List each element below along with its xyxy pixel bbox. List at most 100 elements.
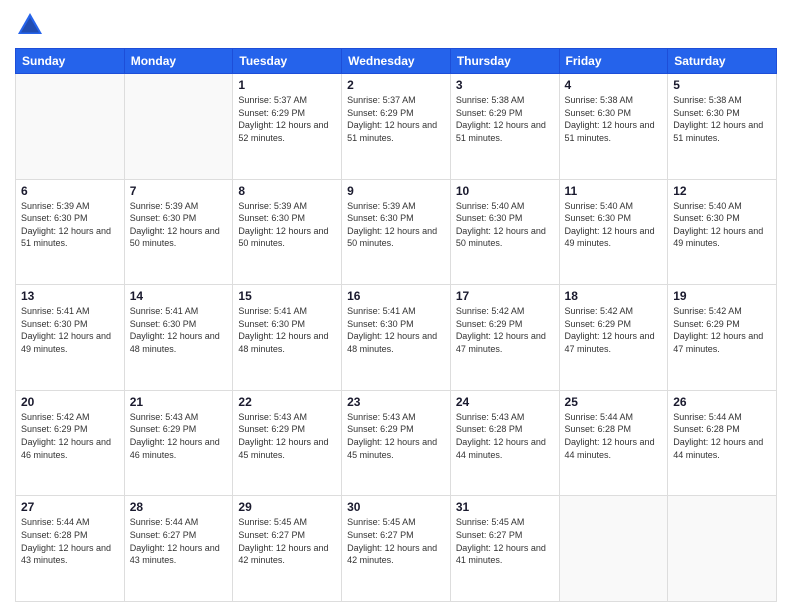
weekday-header-friday: Friday	[559, 49, 668, 74]
day-number: 16	[347, 289, 445, 303]
day-info: Sunrise: 5:39 AM Sunset: 6:30 PM Dayligh…	[238, 200, 336, 250]
calendar-cell: 16 Sunrise: 5:41 AM Sunset: 6:30 PM Dayli…	[342, 285, 451, 391]
day-number: 29	[238, 500, 336, 514]
day-number: 12	[673, 184, 771, 198]
calendar-cell: 29 Sunrise: 5:45 AM Sunset: 6:27 PM Dayli…	[233, 496, 342, 602]
calendar-cell: 14 Sunrise: 5:41 AM Sunset: 6:30 PM Dayli…	[124, 285, 233, 391]
day-info: Sunrise: 5:42 AM Sunset: 6:29 PM Dayligh…	[673, 305, 771, 355]
day-info: Sunrise: 5:43 AM Sunset: 6:29 PM Dayligh…	[130, 411, 228, 461]
calendar-cell: 27 Sunrise: 5:44 AM Sunset: 6:28 PM Dayli…	[16, 496, 125, 602]
day-info: Sunrise: 5:39 AM Sunset: 6:30 PM Dayligh…	[130, 200, 228, 250]
day-number: 26	[673, 395, 771, 409]
day-number: 19	[673, 289, 771, 303]
calendar-cell: 13 Sunrise: 5:41 AM Sunset: 6:30 PM Dayli…	[16, 285, 125, 391]
day-number: 14	[130, 289, 228, 303]
calendar-cell: 23Sunrise: 5:43 AM Sunset: 6:29 PM Dayli…	[342, 390, 451, 496]
logo	[15, 10, 49, 40]
day-number: 22	[238, 395, 336, 409]
day-number: 5	[673, 78, 771, 92]
day-info: Sunrise: 5:43 AM Sunset: 6:28 PM Dayligh…	[456, 411, 554, 461]
calendar-cell: 3Sunrise: 5:38 AM Sunset: 6:29 PM Daylig…	[450, 74, 559, 180]
calendar-cell	[668, 496, 777, 602]
calendar-cell: 22 Sunrise: 5:43 AM Sunset: 6:29 PM Dayli…	[233, 390, 342, 496]
day-number: 2	[347, 78, 445, 92]
day-info: Sunrise: 5:44 AM Sunset: 6:28 PM Dayligh…	[673, 411, 771, 461]
day-number: 4	[565, 78, 663, 92]
calendar-cell: 6Sunrise: 5:39 AM Sunset: 6:30 PM Daylig…	[16, 179, 125, 285]
calendar-cell: 4 Sunrise: 5:38 AM Sunset: 6:30 PM Daylig…	[559, 74, 668, 180]
day-number: 9	[347, 184, 445, 198]
day-number: 24	[456, 395, 554, 409]
weekday-header-wednesday: Wednesday	[342, 49, 451, 74]
day-number: 23	[347, 395, 445, 409]
day-info: Sunrise: 5:37 AM Sunset: 6:29 PM Dayligh…	[347, 94, 445, 144]
day-info: Sunrise: 5:43 AM Sunset: 6:29 PM Dayligh…	[238, 411, 336, 461]
calendar-cell: 31 Sunrise: 5:45 AM Sunset: 6:27 PM Dayli…	[450, 496, 559, 602]
day-number: 31	[456, 500, 554, 514]
day-number: 28	[130, 500, 228, 514]
day-info: Sunrise: 5:44 AM Sunset: 6:28 PM Dayligh…	[565, 411, 663, 461]
calendar-cell: 28 Sunrise: 5:44 AM Sunset: 6:27 PM Dayli…	[124, 496, 233, 602]
day-info: Sunrise: 5:45 AM Sunset: 6:27 PM Dayligh…	[456, 516, 554, 566]
weekday-header-saturday: Saturday	[668, 49, 777, 74]
calendar-cell: 24 Sunrise: 5:43 AM Sunset: 6:28 PM Dayli…	[450, 390, 559, 496]
day-info: Sunrise: 5:40 AM Sunset: 6:30 PM Dayligh…	[673, 200, 771, 250]
calendar-table: SundayMondayTuesdayWednesdayThursdayFrid…	[15, 48, 777, 602]
day-info: Sunrise: 5:39 AM Sunset: 6:30 PM Dayligh…	[347, 200, 445, 250]
day-number: 7	[130, 184, 228, 198]
logo-icon	[15, 10, 45, 40]
calendar-cell: 8 Sunrise: 5:39 AM Sunset: 6:30 PM Daylig…	[233, 179, 342, 285]
weekday-header-tuesday: Tuesday	[233, 49, 342, 74]
day-info: Sunrise: 5:41 AM Sunset: 6:30 PM Dayligh…	[130, 305, 228, 355]
day-number: 17	[456, 289, 554, 303]
weekday-header-sunday: Sunday	[16, 49, 125, 74]
day-info: Sunrise: 5:42 AM Sunset: 6:29 PM Dayligh…	[456, 305, 554, 355]
day-number: 13	[21, 289, 119, 303]
day-info: Sunrise: 5:41 AM Sunset: 6:30 PM Dayligh…	[347, 305, 445, 355]
calendar-cell	[559, 496, 668, 602]
calendar-week-1: 1 Sunrise: 5:37 AM Sunset: 6:29 PM Daylig…	[16, 74, 777, 180]
calendar-cell: 1 Sunrise: 5:37 AM Sunset: 6:29 PM Daylig…	[233, 74, 342, 180]
weekday-header-monday: Monday	[124, 49, 233, 74]
day-info: Sunrise: 5:42 AM Sunset: 6:29 PM Dayligh…	[565, 305, 663, 355]
day-number: 27	[21, 500, 119, 514]
day-number: 1	[238, 78, 336, 92]
calendar-week-2: 6 Sunrise: 5:39 AM Sunset: 6:30 PM Daylig…	[16, 179, 777, 285]
calendar-cell	[16, 74, 125, 180]
day-number: 6	[21, 184, 119, 198]
day-number: 8	[238, 184, 336, 198]
day-info: Sunrise: 5:45 AM Sunset: 6:27 PM Dayligh…	[347, 516, 445, 566]
calendar-week-4: 20Sunrise: 5:42 AM Sunset: 6:29 PM Dayli…	[16, 390, 777, 496]
calendar-cell: 11 Sunrise: 5:40 AM Sunset: 6:30 PM Dayli…	[559, 179, 668, 285]
calendar-cell: 30Sunrise: 5:45 AM Sunset: 6:27 PM Dayli…	[342, 496, 451, 602]
day-number: 25	[565, 395, 663, 409]
calendar-cell: 10Sunrise: 5:40 AM Sunset: 6:30 PM Dayli…	[450, 179, 559, 285]
calendar-cell: 12 Sunrise: 5:40 AM Sunset: 6:30 PM Dayli…	[668, 179, 777, 285]
calendar-cell	[124, 74, 233, 180]
day-info: Sunrise: 5:40 AM Sunset: 6:30 PM Dayligh…	[565, 200, 663, 250]
page: SundayMondayTuesdayWednesdayThursdayFrid…	[0, 0, 792, 612]
day-number: 21	[130, 395, 228, 409]
calendar-cell: 20Sunrise: 5:42 AM Sunset: 6:29 PM Dayli…	[16, 390, 125, 496]
day-info: Sunrise: 5:37 AM Sunset: 6:29 PM Dayligh…	[238, 94, 336, 144]
day-number: 11	[565, 184, 663, 198]
day-info: Sunrise: 5:42 AM Sunset: 6:29 PM Dayligh…	[21, 411, 119, 461]
calendar-cell: 5 Sunrise: 5:38 AM Sunset: 6:30 PM Daylig…	[668, 74, 777, 180]
calendar-cell: 9 Sunrise: 5:39 AM Sunset: 6:30 PM Daylig…	[342, 179, 451, 285]
day-number: 15	[238, 289, 336, 303]
calendar-week-5: 27 Sunrise: 5:44 AM Sunset: 6:28 PM Dayli…	[16, 496, 777, 602]
calendar-cell: 21 Sunrise: 5:43 AM Sunset: 6:29 PM Dayli…	[124, 390, 233, 496]
day-info: Sunrise: 5:41 AM Sunset: 6:30 PM Dayligh…	[238, 305, 336, 355]
day-info: Sunrise: 5:38 AM Sunset: 6:30 PM Dayligh…	[565, 94, 663, 144]
day-info: Sunrise: 5:38 AM Sunset: 6:29 PM Dayligh…	[456, 94, 554, 144]
day-info: Sunrise: 5:44 AM Sunset: 6:28 PM Dayligh…	[21, 516, 119, 566]
day-number: 18	[565, 289, 663, 303]
day-info: Sunrise: 5:41 AM Sunset: 6:30 PM Dayligh…	[21, 305, 119, 355]
day-info: Sunrise: 5:45 AM Sunset: 6:27 PM Dayligh…	[238, 516, 336, 566]
weekday-header-thursday: Thursday	[450, 49, 559, 74]
day-info: Sunrise: 5:44 AM Sunset: 6:27 PM Dayligh…	[130, 516, 228, 566]
day-number: 10	[456, 184, 554, 198]
day-info: Sunrise: 5:38 AM Sunset: 6:30 PM Dayligh…	[673, 94, 771, 144]
calendar-cell: 19 Sunrise: 5:42 AM Sunset: 6:29 PM Dayli…	[668, 285, 777, 391]
header	[15, 10, 777, 40]
